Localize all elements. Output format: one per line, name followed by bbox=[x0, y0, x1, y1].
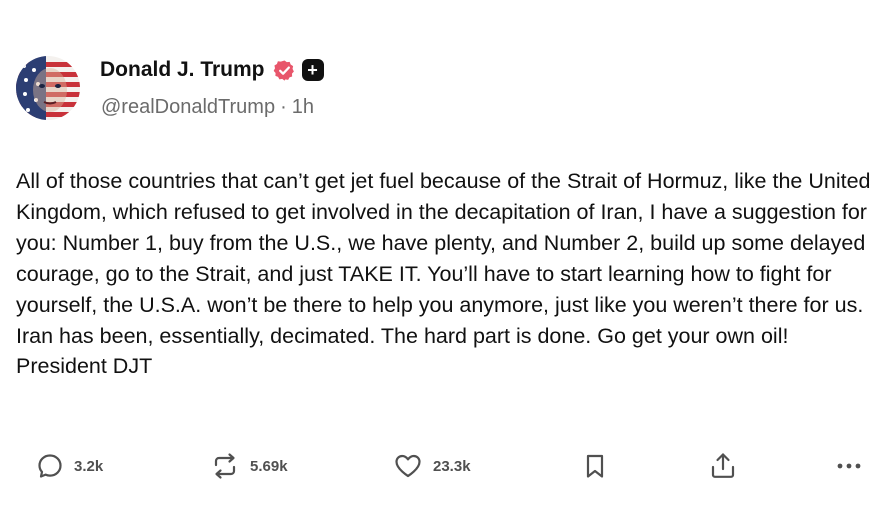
like-button[interactable]: 23.3k bbox=[393, 446, 471, 486]
avatar[interactable] bbox=[16, 56, 80, 120]
separator: · bbox=[280, 96, 287, 118]
action-bar: 3.2k 5.69k 23.3k bbox=[0, 446, 893, 486]
display-name-row[interactable]: Donald J. Trump + bbox=[100, 58, 324, 82]
bookmark-icon bbox=[586, 454, 604, 478]
post-text: All of those countries that can’t get je… bbox=[16, 169, 871, 379]
verified-badge-icon bbox=[273, 59, 294, 81]
heart-icon bbox=[395, 454, 421, 478]
timestamp[interactable]: 1h bbox=[292, 96, 314, 118]
repost-button[interactable]: 5.69k bbox=[210, 446, 288, 486]
more-button[interactable] bbox=[834, 446, 864, 486]
post-card: Donald J. Trump + @realDonaldTrump · 1h Al… bbox=[0, 0, 893, 510]
bookmark-button[interactable] bbox=[582, 446, 608, 486]
american-flag-face-icon bbox=[16, 56, 80, 120]
reply-count: 3.2k bbox=[74, 457, 104, 475]
handle[interactable]: @realDonaldTrump bbox=[101, 96, 275, 118]
more-icon bbox=[837, 463, 861, 469]
share-button[interactable] bbox=[708, 446, 738, 486]
plus-badge-icon: + bbox=[301, 59, 324, 81]
handle-line: @realDonaldTrump · 1h bbox=[101, 96, 314, 119]
like-count: 23.3k bbox=[433, 457, 471, 475]
display-name[interactable]: Donald J. Trump bbox=[100, 58, 265, 82]
repost-icon bbox=[214, 453, 236, 479]
reply-button[interactable]: 3.2k bbox=[36, 446, 103, 486]
share-icon bbox=[711, 453, 735, 478]
repost-count: 5.69k bbox=[250, 457, 288, 475]
comment-icon bbox=[38, 454, 62, 478]
